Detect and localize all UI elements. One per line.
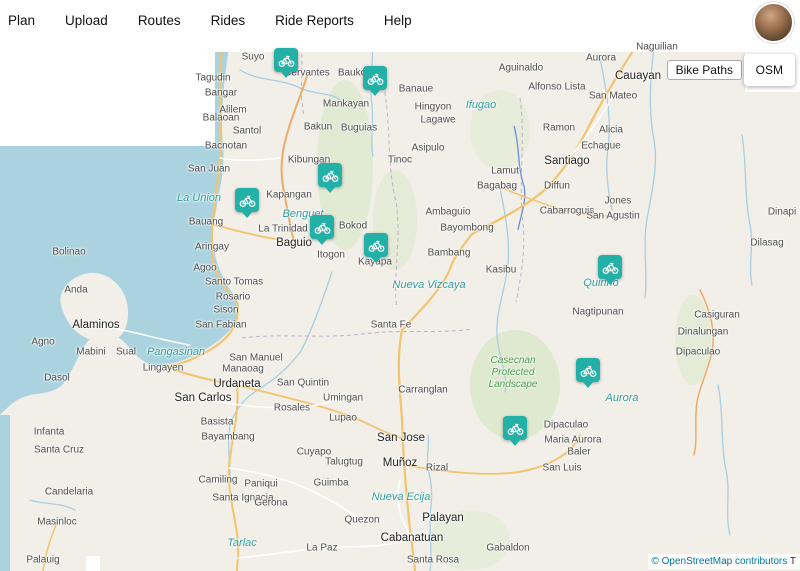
bike-route-marker[interactable]	[598, 255, 622, 279]
bicycle-icon	[322, 170, 338, 182]
bike-route-marker[interactable]	[364, 233, 388, 257]
nav-items: Plan Upload Routes Rides Ride Reports Help	[0, 9, 418, 32]
bike-paths-layer-button[interactable]: Bike Paths	[666, 60, 742, 80]
top-nav: Plan Upload Routes Rides Ride Reports Help	[0, 0, 800, 43]
map-tiles	[0, 40, 800, 571]
nav-item-ride-reports[interactable]: Ride Reports	[269, 9, 360, 32]
bike-route-marker[interactable]	[318, 163, 342, 187]
bicycle-icon	[367, 73, 383, 85]
map-attribution: © OpenStreetMap contributors T	[647, 554, 800, 569]
bike-route-marker[interactable]	[310, 215, 334, 239]
bike-route-marker[interactable]	[503, 416, 527, 440]
bike-route-marker[interactable]	[274, 48, 298, 72]
user-avatar[interactable]	[753, 2, 794, 43]
attribution-extra: T	[789, 556, 796, 567]
bicycle-icon	[278, 55, 294, 67]
nav-item-help[interactable]: Help	[378, 9, 418, 32]
attribution-link[interactable]: © OpenStreetMap contributors	[652, 556, 788, 567]
bike-route-marker[interactable]	[235, 188, 259, 212]
bicycle-icon	[368, 240, 384, 252]
bicycle-icon	[239, 195, 255, 207]
nav-item-plan[interactable]: Plan	[2, 9, 41, 32]
bicycle-icon	[580, 365, 596, 377]
bike-route-marker[interactable]	[363, 66, 387, 90]
bike-route-marker[interactable]	[576, 358, 600, 382]
nav-item-rides[interactable]: Rides	[205, 9, 252, 32]
map[interactable]: Naguilian Aurora Cauayan Suyo Cervantes Bauko…	[0, 40, 800, 571]
bicycle-icon	[507, 423, 523, 435]
nav-item-upload[interactable]: Upload	[59, 9, 114, 32]
bicycle-icon	[602, 262, 618, 274]
bicycle-icon	[314, 222, 330, 234]
nav-item-routes[interactable]: Routes	[132, 9, 187, 32]
osm-layer-button[interactable]: OSM	[743, 54, 795, 86]
